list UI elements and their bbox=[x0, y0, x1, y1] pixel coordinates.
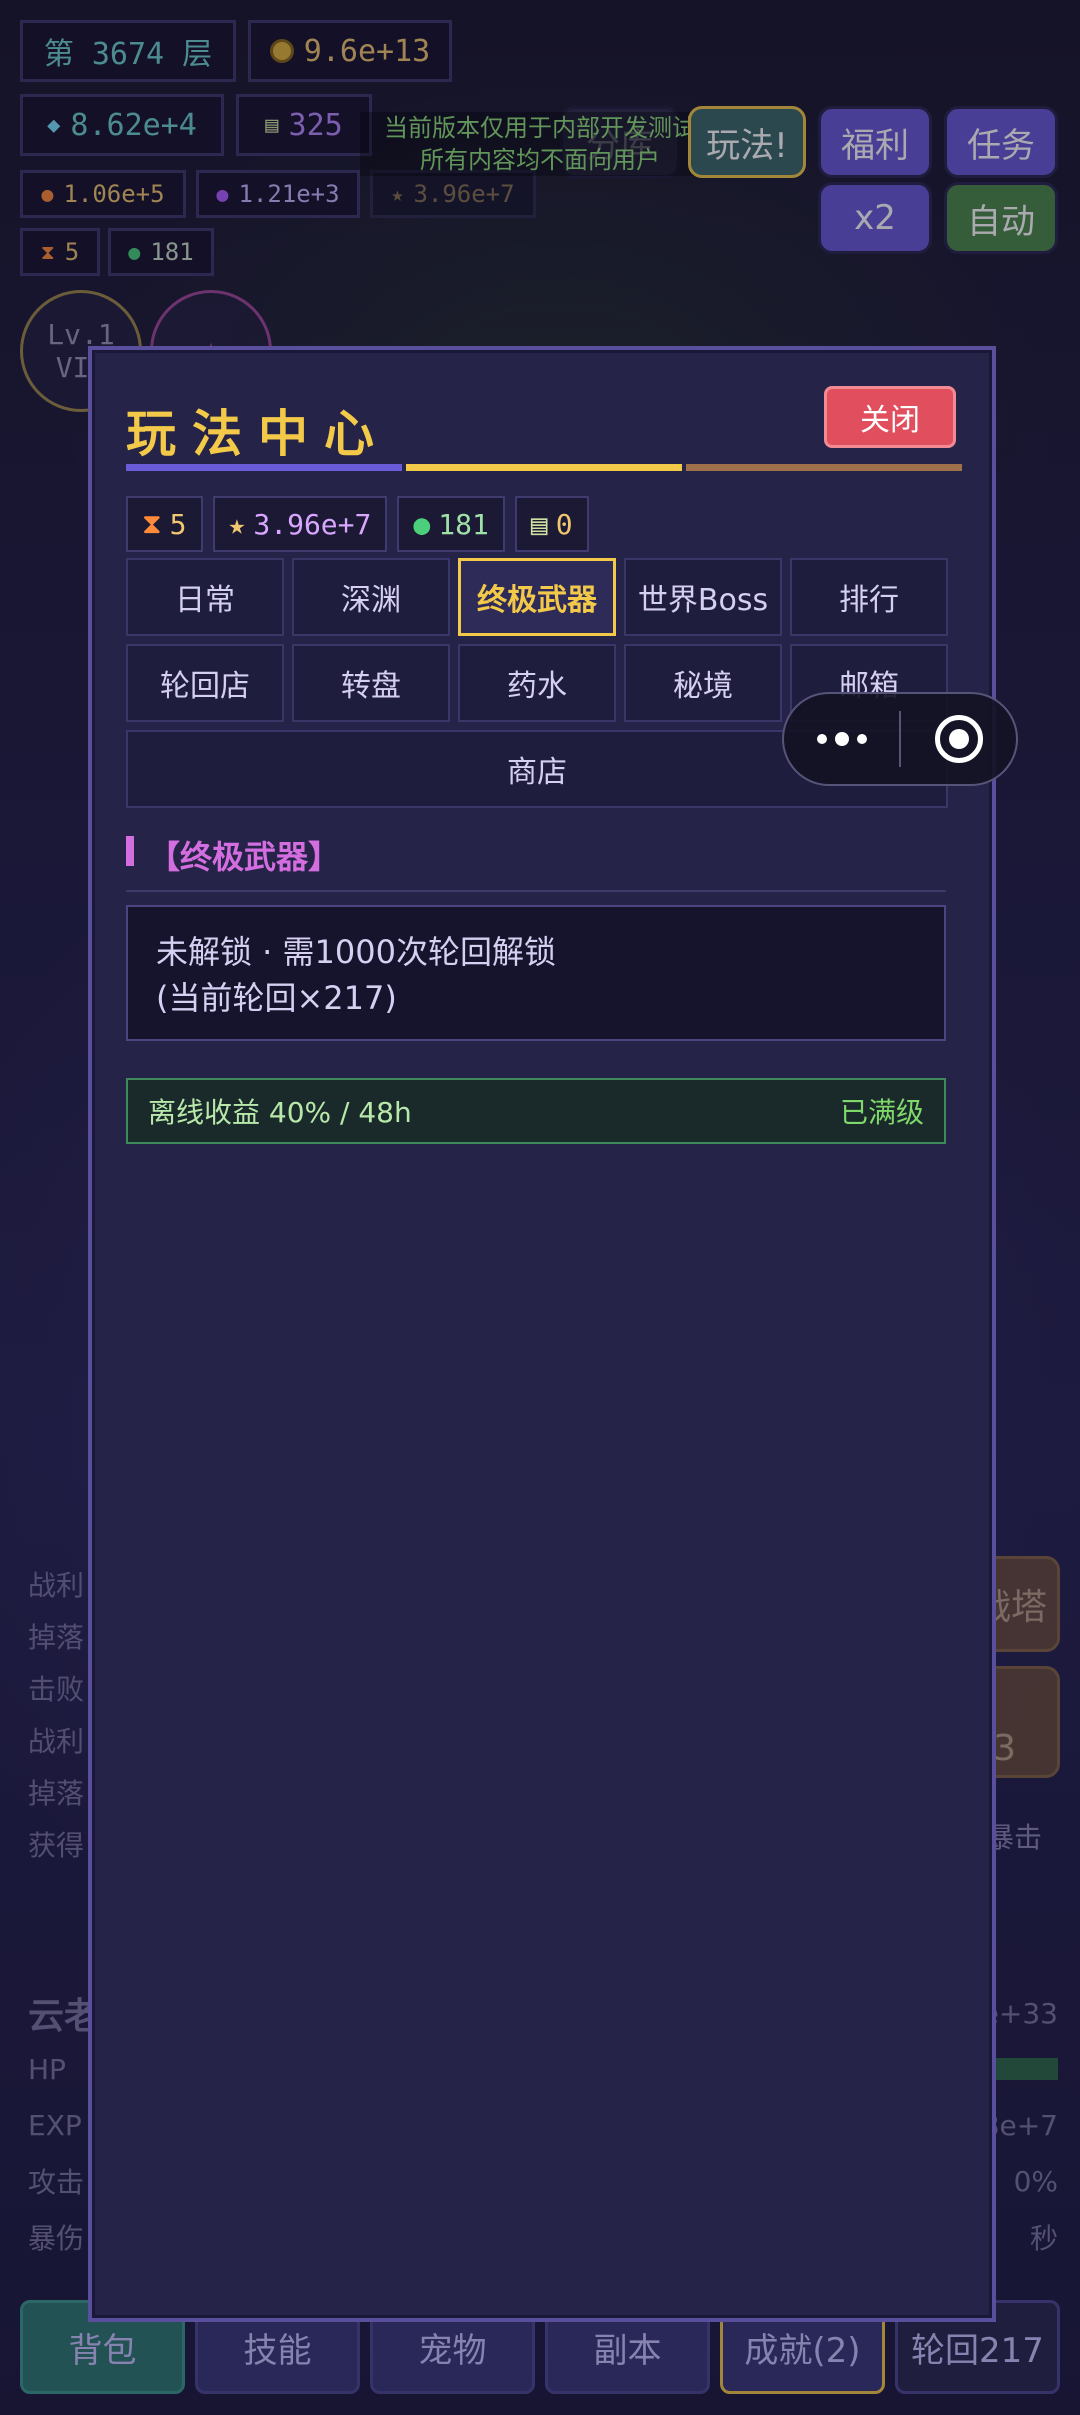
unlock-requirement-text: 未解锁 · 需1000次轮回解锁 bbox=[156, 933, 556, 971]
tab-abyss[interactable]: 深渊 bbox=[292, 558, 450, 636]
exit-miniprogram-button[interactable] bbox=[901, 694, 1016, 784]
more-menu-button[interactable] bbox=[784, 694, 899, 784]
close-button[interactable]: 关闭 bbox=[824, 386, 956, 448]
offline-income-bar: 离线收益 40% / 48h 已满级 bbox=[126, 1078, 946, 1144]
tab-secret-realm[interactable]: 秘境 bbox=[624, 644, 782, 722]
section-title: 【终极武器】 bbox=[148, 838, 341, 876]
unlock-requirement-box: 未解锁 · 需1000次轮回解锁 (当前轮回×217) bbox=[126, 905, 946, 1041]
tab-reincarnation-shop[interactable]: 轮回店 bbox=[126, 644, 284, 722]
medal-icon: ⧗ bbox=[142, 507, 162, 540]
tab-potion[interactable]: 药水 bbox=[458, 644, 616, 722]
orb-icon: ● bbox=[413, 507, 431, 541]
current-reincarnation-text: (当前轮回×217) bbox=[156, 979, 397, 1017]
orb-chip: ● 181 bbox=[397, 496, 505, 552]
star-chip-value: 3.96e+7 bbox=[253, 507, 372, 541]
star-icon: ★ bbox=[228, 507, 246, 541]
play-center-modal: 玩法中心 关闭 ⧗ 5 ★ 3.96e+7 ● 181 ▤ 0 日常 深渊 终极… bbox=[88, 346, 996, 2322]
orb-chip-value: 181 bbox=[438, 507, 489, 541]
tab-world-boss[interactable]: 世界Boss bbox=[624, 558, 782, 636]
tab-ranking[interactable]: 排行 bbox=[790, 558, 948, 636]
more-dots-icon bbox=[816, 732, 867, 746]
ticket-chip: ▤ 0 bbox=[514, 496, 589, 552]
ticket-icon: ▤ bbox=[530, 507, 548, 541]
offline-income-state: 已满级 bbox=[839, 1096, 924, 1129]
tab-ultimate-weapon[interactable]: 终极武器 bbox=[458, 558, 616, 636]
offline-income-label: 离线收益 40% / 48h bbox=[148, 1096, 412, 1129]
ticket-chip-value: 0 bbox=[555, 507, 573, 541]
target-close-icon bbox=[934, 715, 983, 763]
section-header: 【终极武器】 bbox=[126, 832, 946, 892]
medal-chip: ⧗ 5 bbox=[126, 496, 203, 552]
tab-wheel[interactable]: 转盘 bbox=[292, 644, 450, 722]
title-underline bbox=[126, 464, 962, 471]
modal-resources: ⧗ 5 ★ 3.96e+7 ● 181 ▤ 0 bbox=[126, 496, 589, 552]
star-chip: ★ 3.96e+7 bbox=[212, 496, 388, 552]
section-marker bbox=[126, 836, 134, 866]
tab-daily[interactable]: 日常 bbox=[126, 558, 284, 636]
miniprogram-capsule bbox=[782, 692, 1018, 786]
modal-title: 玩法中心 bbox=[126, 405, 390, 463]
close-label: 关闭 bbox=[860, 403, 920, 438]
medal-chip-value: 5 bbox=[169, 507, 187, 541]
